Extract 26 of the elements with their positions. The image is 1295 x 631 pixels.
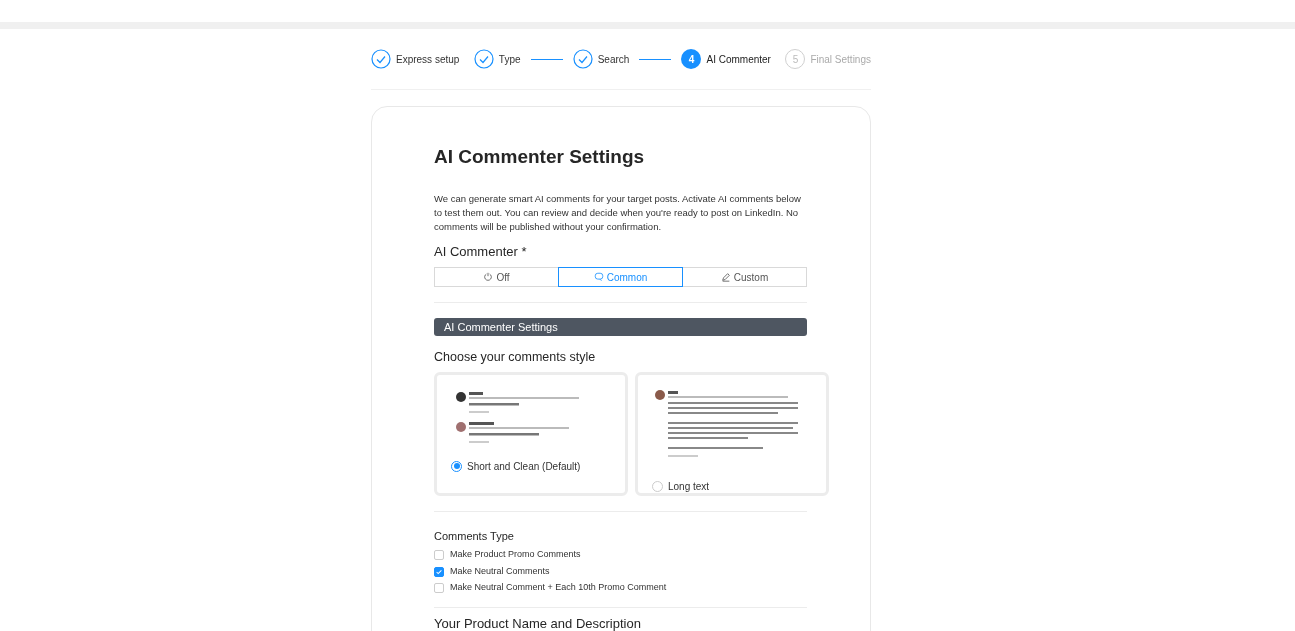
chat-icon	[593, 272, 604, 282]
field-label: Your Product Name and Description	[434, 614, 642, 631]
intro-paragraph: We can generate smart AI comments for your target posts. Activate AI comments below to test them out. You can review and decide when you're ready to post on LinkedIn. No comments will be published without your confirmation.	[434, 191, 802, 234]
page-title: AI Commenter Settings	[434, 145, 646, 169]
field-label: Choose your comments style	[434, 349, 597, 366]
section-header: AI Commenter Settings	[434, 318, 807, 336]
radio-label: Long text	[668, 479, 710, 494]
step-label: Type	[498, 52, 521, 67]
checkbox-label: Make Neutral Comments	[450, 564, 550, 578]
radio-label: Short and Clean (Default)	[467, 459, 581, 474]
step-label: Express setup	[396, 52, 460, 67]
field-label: AI Commenter *	[434, 242, 528, 261]
pen-icon	[720, 272, 731, 282]
power-icon	[483, 272, 494, 282]
checkbox-label: Make Product Promo Comments	[450, 548, 581, 562]
checkbox[interactable]	[434, 566, 444, 577]
mode-tab[interactable]: Custom	[682, 267, 807, 287]
step-number: 4	[681, 49, 702, 69]
step-label: AI Commenter	[706, 52, 771, 67]
checkbox[interactable]	[434, 583, 444, 593]
checkbox[interactable]	[434, 550, 444, 560]
checkbox-label: Make Neutral Comment + Each 10th Promo Comment	[450, 581, 667, 595]
mode-tab[interactable]: Off	[434, 267, 559, 287]
step-label: Search	[597, 52, 630, 67]
field-label: Comments Type	[434, 528, 515, 544]
step-label: Final Settings	[810, 52, 871, 67]
